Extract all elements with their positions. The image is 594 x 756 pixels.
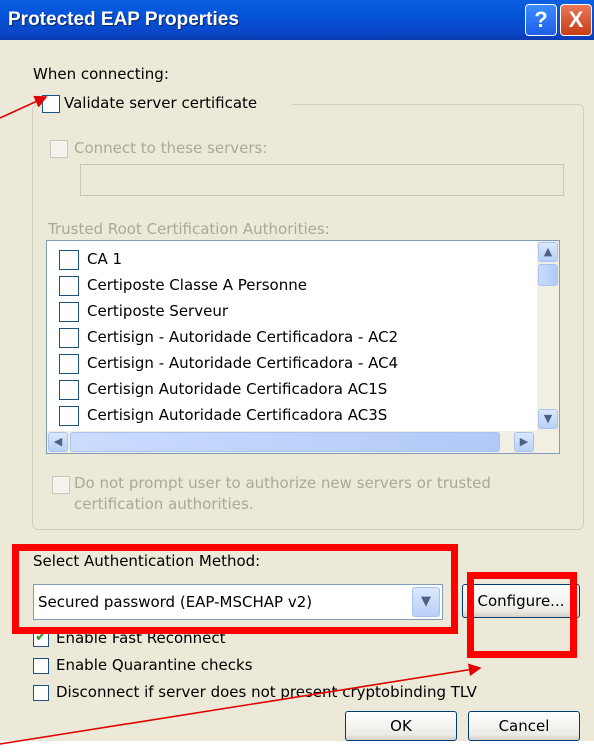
annotation-arrow-configure xyxy=(0,663,482,745)
annotation-arrows xyxy=(0,95,482,745)
annotation-arrow-validate xyxy=(0,95,48,119)
